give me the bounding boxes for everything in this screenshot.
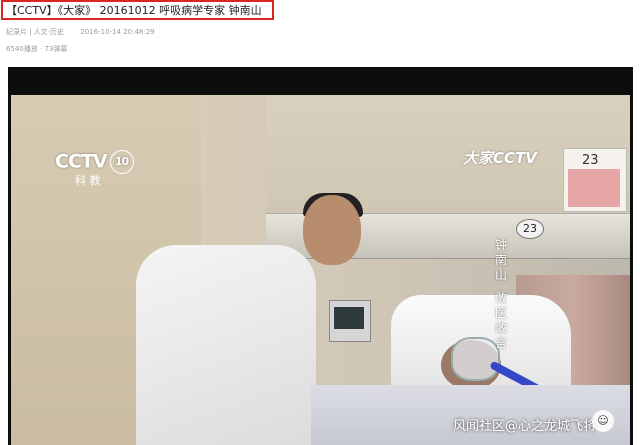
oxygen-mask xyxy=(451,337,500,381)
category-label[interactable]: 纪录片 | 人文·历史 xyxy=(6,28,64,36)
calendar-sheet xyxy=(568,169,620,207)
channel-name: 科 教 xyxy=(75,174,101,187)
bed-number-sign: 23 xyxy=(516,219,544,239)
meta-line: 纪录片 | 人文·历史 2016-10-14 20:48:29 xyxy=(6,27,169,37)
monitor-screen xyxy=(334,307,364,329)
avatar-icon: ☺ xyxy=(592,410,614,432)
publish-timestamp: 2016-10-14 20:48:29 xyxy=(80,28,155,36)
caption-name: 钟南山 xyxy=(495,238,508,282)
doctor-head xyxy=(303,195,361,265)
view-stats: 6540播放 · 73弹幕 xyxy=(6,45,68,53)
video-frame[interactable]: 23 23 CCTV 10 科 教 大家CCTV 钟南山 敢医敢言 xyxy=(11,95,630,445)
program-logo: 大家CCTV xyxy=(463,149,537,167)
video-title: 【CCTV】《大家》 20161012 呼吸病学专家 钟南山 xyxy=(6,4,262,17)
cctv-logo-text: CCTV xyxy=(55,150,108,173)
video-title-box: 【CCTV】《大家》 20161012 呼吸病学专家 钟南山 xyxy=(1,0,274,20)
wall-calendar: 23 xyxy=(563,148,627,212)
channel-number-icon: 10 xyxy=(109,150,134,174)
caption-role: 敢医敢言 xyxy=(495,291,508,350)
medical-monitor xyxy=(329,300,371,342)
doctor-figure xyxy=(136,245,316,445)
calendar-number: 23 xyxy=(582,153,599,168)
watermark-text: 风闻社区@心之龙城飞将 xyxy=(453,419,597,434)
vertical-caption: 钟南山 敢医敢言 xyxy=(495,238,511,351)
cctv-channel-logo: CCTV 10 xyxy=(55,150,134,174)
video-player[interactable]: 23 23 CCTV 10 科 教 大家CCTV 钟南山 敢医敢言 xyxy=(8,67,633,445)
